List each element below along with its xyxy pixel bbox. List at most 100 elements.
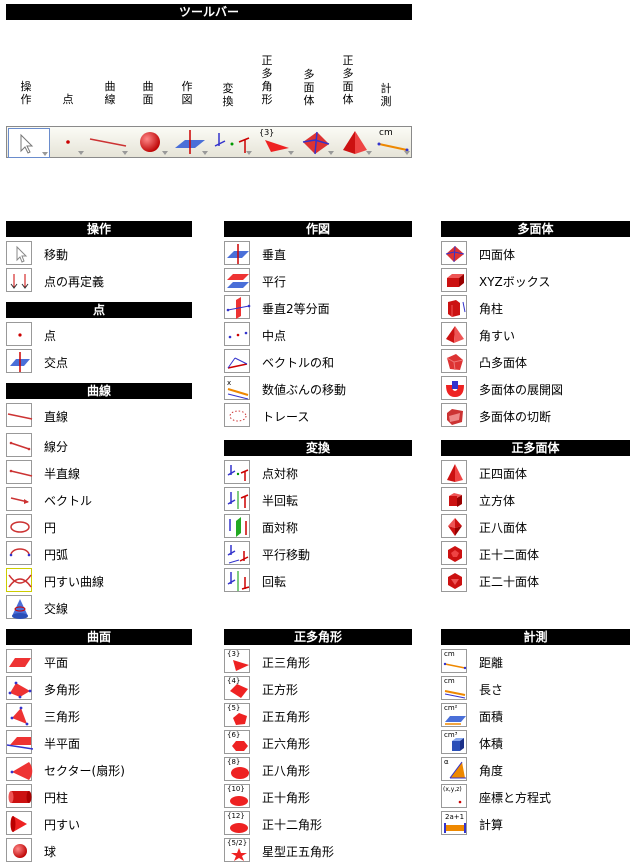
translation-icon [227, 545, 249, 564]
line-icon [7, 413, 33, 420]
polygon-icon [8, 681, 32, 699]
sector-icon [10, 762, 33, 780]
point-symmetry-icon [227, 465, 249, 481]
dropdown-arrow-icon[interactable] [288, 151, 294, 155]
tool-label: 正六角形 [262, 737, 311, 751]
tool-label: セクター(扇形) [44, 764, 125, 778]
vlabel-char: 面 [342, 80, 354, 93]
plane-symmetry-icon [229, 517, 247, 537]
sphere-icon [13, 844, 27, 858]
tool-label: 角柱 [479, 302, 504, 316]
perpendicular-icon [227, 244, 249, 264]
toolbar-button-regpoly[interactable]: {3} [255, 128, 295, 156]
toolbar-button-construct[interactable] [171, 128, 209, 156]
tool-label: 正十二角形 [262, 818, 323, 832]
tool-label: 正五角形 [262, 710, 311, 724]
tool-label: 面対称 [262, 521, 299, 535]
vlabel-char: 多 [342, 67, 354, 80]
toolbar-button-measure[interactable]: cm [375, 128, 411, 156]
tool-label: 座標と方程式 [479, 791, 552, 805]
tool-label: 円 [44, 521, 57, 535]
polygon-badge: {3} [259, 128, 275, 137]
vector-icon [10, 497, 29, 504]
tetrahedron-icon [445, 245, 465, 263]
polyhedron-net-icon [446, 381, 464, 397]
distance-icon [443, 662, 467, 670]
section-header-operation: 操作 [6, 221, 192, 237]
regular-dodecahedron-icon [448, 546, 462, 562]
toolbar-button-curve[interactable] [87, 128, 129, 156]
vlabel-char: 計 [380, 82, 392, 95]
toolbar-button-polyhedron[interactable] [297, 128, 335, 156]
vlabel-char: 点 [62, 93, 74, 106]
vlabel-char: 体 [303, 94, 315, 107]
segment-icon [9, 441, 31, 451]
tool-label: 点の再定義 [44, 275, 105, 289]
section-header-point: 点 [6, 302, 192, 318]
tool-label: ベクトル [44, 494, 93, 508]
tool-label: 数値ぶんの移動 [262, 383, 347, 397]
dropdown-arrow-icon[interactable] [42, 152, 48, 156]
dropdown-arrow-icon[interactable] [122, 151, 128, 155]
regular-icosahedron-icon [448, 573, 462, 589]
half-turn-icon [227, 491, 249, 509]
section-header-regpolyhedron: 正多面体 [441, 440, 630, 456]
toolbar-button-surface[interactable] [133, 128, 169, 156]
section-header-surface: 曲面 [6, 629, 192, 645]
tool-label: 計算 [479, 818, 504, 832]
dropdown-arrow-icon[interactable] [162, 151, 168, 155]
vlabel-char: 作 [181, 80, 193, 93]
vlabel-char: 多 [303, 68, 315, 81]
tool-label: トレース [262, 410, 310, 424]
vlabel-char: 線 [104, 93, 116, 106]
prism-icon [448, 300, 466, 317]
vlabel-char: 変 [222, 82, 234, 95]
angle-icon [449, 761, 466, 779]
tool-label: 点 [44, 329, 57, 343]
tool-label: 四面体 [479, 248, 516, 262]
dropdown-arrow-icon[interactable] [328, 151, 334, 155]
dropdown-arrow-icon[interactable] [78, 151, 84, 155]
vlabel-regpolyhedron: 正多面体 [336, 54, 360, 106]
tool-label: 立方体 [479, 494, 516, 508]
tool-label: 正十二面体 [479, 548, 540, 562]
calculation-icon [444, 823, 466, 833]
toolbar-button-transform[interactable] [211, 128, 253, 156]
toolbar-button-operation[interactable] [8, 128, 50, 158]
tool-label: 半直線 [44, 467, 81, 481]
redefine-point-icon [10, 274, 29, 289]
tool-label: 交線 [44, 602, 69, 616]
trace-icon [229, 410, 247, 422]
vlabel-char: 作 [20, 93, 32, 106]
dropdown-arrow-icon[interactable] [246, 151, 252, 155]
toolbar-title: ツールバー [6, 4, 412, 20]
tool-label: 線分 [44, 440, 69, 454]
arc-icon [9, 548, 31, 557]
vlabel-operation: 操作 [14, 80, 38, 106]
plane-icon [9, 658, 31, 667]
vlabel-char: 形 [261, 93, 273, 106]
vlabel-surface: 曲面 [136, 80, 160, 106]
dropdown-arrow-icon[interactable] [202, 151, 208, 155]
tool-label: 角度 [479, 764, 504, 778]
tool-label: 星型正五角形 [262, 845, 335, 859]
toolbar-button-point[interactable] [51, 128, 85, 156]
vlabel-char: 正 [342, 54, 354, 67]
regular-dodecagon-icon [230, 823, 248, 833]
pyramid-icon [446, 326, 464, 343]
regular-triangle-icon [233, 660, 249, 671]
section-header-curve: 曲線 [6, 383, 192, 399]
dropdown-arrow-icon[interactable] [404, 151, 410, 155]
square-icon [230, 684, 248, 698]
tool-label: 回転 [262, 575, 287, 589]
translate-by-value-icon: x [227, 379, 249, 400]
conic-curve-icon [8, 574, 32, 588]
regular-octahedron-icon [448, 518, 462, 536]
tool-label: 円すい曲線 [44, 575, 105, 589]
tool-label: 正十角形 [262, 791, 311, 805]
toolbar-button-regpolyhedron[interactable] [337, 128, 373, 156]
section-header-measure: 計測 [441, 629, 630, 645]
tool-label: 半回転 [262, 494, 299, 508]
dropdown-arrow-icon[interactable] [366, 151, 372, 155]
tool-label: 平行 [262, 275, 287, 289]
